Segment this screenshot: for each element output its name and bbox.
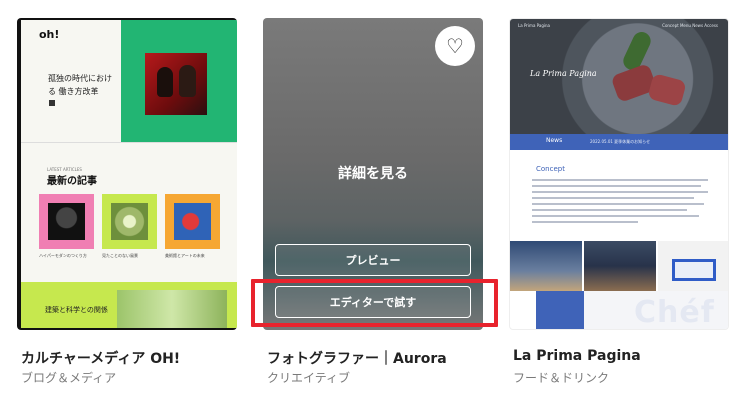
article-tile: [39, 194, 94, 249]
template-thumbnail[interactable]: oh! 孤独の時代における 働き方改革 LATEST ARTICLES 最新の記…: [17, 18, 237, 330]
concept-body: [532, 179, 708, 227]
template-category: クリエイティブ: [267, 371, 351, 385]
details-link[interactable]: 詳細を見る: [263, 163, 483, 183]
hero-brand: La Prima Pagina: [530, 69, 597, 78]
template-card-oh[interactable]: oh! 孤独の時代における 働き方改革 LATEST ARTICLES 最新の記…: [17, 18, 237, 385]
section-title: 最新の記事: [47, 176, 97, 187]
interior-photo: [510, 241, 582, 291]
thumbnail-page: oh! 孤独の時代における 働き方改革 LATEST ARTICLES 最新の記…: [21, 20, 237, 328]
article-image: [111, 203, 148, 240]
feature-title: 建築と科学との関係: [45, 306, 108, 314]
article-caption: 見たことのない風景: [102, 253, 138, 258]
article-caption: 美術館とアートの未来: [165, 253, 205, 258]
article-tile: [102, 194, 157, 249]
heart-outline-icon: ♡: [446, 34, 464, 58]
hero-headline: 孤独の時代における 働き方改革: [48, 74, 112, 96]
try-in-editor-button[interactable]: エディターで試す: [275, 286, 471, 318]
template-thumbnail-hover[interactable]: ♡ 詳細を見る プレビュー エディターで試す: [263, 18, 483, 330]
template-title[interactable]: フォトグラファー｜Aurora: [267, 348, 447, 368]
chef-watermark: Chéf: [634, 295, 715, 330]
article-image: [174, 203, 211, 240]
accent-block: [536, 291, 584, 329]
site-nav-brand: La Prima Pagina: [518, 23, 550, 28]
hero-portrait-image: [145, 53, 207, 115]
interior-photo: [584, 241, 656, 291]
site-logo: oh!: [39, 28, 60, 41]
site-nav-links: Concept Menu News Access: [662, 23, 718, 28]
template-category: ブログ＆メディア: [21, 371, 117, 385]
preview-button[interactable]: プレビュー: [275, 244, 471, 276]
hero-green-panel: [121, 20, 237, 142]
article-image: [48, 203, 85, 240]
feature-image: [117, 290, 227, 328]
news-label: News: [546, 137, 563, 144]
wine-shelf: [672, 259, 716, 281]
template-title[interactable]: カルチャーメディア OH!: [21, 348, 180, 368]
template-thumbnail[interactable]: La Prima Pagina Concept Menu News Access…: [509, 18, 729, 330]
template-title[interactable]: La Prima Pagina: [513, 348, 641, 364]
divider: [21, 142, 237, 143]
author-avatar: [49, 100, 55, 106]
concept-heading: Concept: [536, 165, 565, 173]
article-caption: ハイパーモダンのつくり方: [39, 253, 87, 258]
news-text: 2022.05.01 夏季休業のお知らせ: [590, 139, 651, 144]
template-card-aurora[interactable]: ♡ 詳細を見る プレビュー エディターで試す フォトグラファー｜Aurora ク…: [263, 18, 483, 385]
favorite-button[interactable]: ♡: [435, 26, 475, 66]
template-card-la-prima-pagina[interactable]: La Prima Pagina Concept Menu News Access…: [509, 18, 729, 385]
template-category: フード＆ドリンク: [513, 371, 610, 385]
article-tile: [165, 194, 220, 249]
